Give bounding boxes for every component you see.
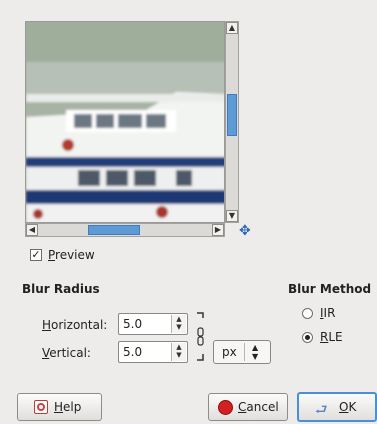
vertical-scroll-thumb[interactable]: [227, 94, 237, 136]
horizontal-value[interactable]: 5.0: [123, 317, 142, 331]
iir-radio[interactable]: [302, 308, 313, 319]
preview-image[interactable]: [25, 21, 225, 223]
scroll-up-icon[interactable]: ▲: [226, 22, 238, 34]
horizontal-spinbutton[interactable]: 5.0 ▲ ▼: [118, 313, 188, 335]
vertical-value[interactable]: 5.0: [123, 345, 142, 359]
ok-button[interactable]: ⮐ OK: [297, 392, 377, 422]
preview-picture: [26, 22, 224, 222]
horizontal-scrollbar[interactable]: ◀ ▶: [25, 223, 225, 237]
help-icon: [34, 400, 48, 414]
preview-checkbox[interactable]: ✓: [30, 249, 42, 261]
preview-checkbox-label[interactable]: Preview: [48, 248, 95, 262]
blur-method-heading: Blur Method: [288, 282, 372, 296]
help-label: Help: [54, 400, 82, 414]
cancel-label: Cancel: [238, 400, 279, 414]
vertical-scrollbar[interactable]: ▲ ▼: [225, 21, 239, 223]
cancel-icon: [218, 400, 233, 415]
ok-arrow-icon: ⮐: [315, 402, 328, 418]
rle-radio[interactable]: [302, 332, 313, 343]
vertical-label: Vertical:: [42, 346, 91, 360]
scroll-left-icon[interactable]: ◀: [26, 224, 38, 236]
unit-divider: [244, 343, 245, 361]
chain-link-icon[interactable]: [196, 312, 206, 362]
unit-dropdown-icon: ▲ ▼: [252, 343, 259, 361]
horizontal-stepper-icon[interactable]: ▲ ▼: [171, 315, 186, 333]
navigate-icon[interactable]: ✥: [239, 224, 253, 238]
iir-label[interactable]: IIR: [320, 306, 335, 320]
rle-label[interactable]: RLE: [320, 330, 343, 344]
scroll-right-icon[interactable]: ▶: [212, 224, 224, 236]
horizontal-scroll-thumb[interactable]: [88, 225, 140, 235]
vertical-stepper-icon[interactable]: ▲ ▼: [171, 343, 186, 361]
vertical-spinbutton[interactable]: 5.0 ▲ ▼: [118, 341, 188, 363]
blur-radius-heading: Blur Radius: [22, 282, 100, 296]
unit-value: px: [222, 345, 237, 359]
ok-label: OK: [339, 400, 357, 414]
help-button[interactable]: Help: [17, 393, 102, 421]
cancel-button[interactable]: Cancel: [208, 393, 288, 421]
scroll-down-icon[interactable]: ▼: [226, 210, 238, 222]
unit-selector[interactable]: px ▲ ▼: [213, 340, 271, 364]
horizontal-label: Horizontal:: [42, 318, 108, 332]
